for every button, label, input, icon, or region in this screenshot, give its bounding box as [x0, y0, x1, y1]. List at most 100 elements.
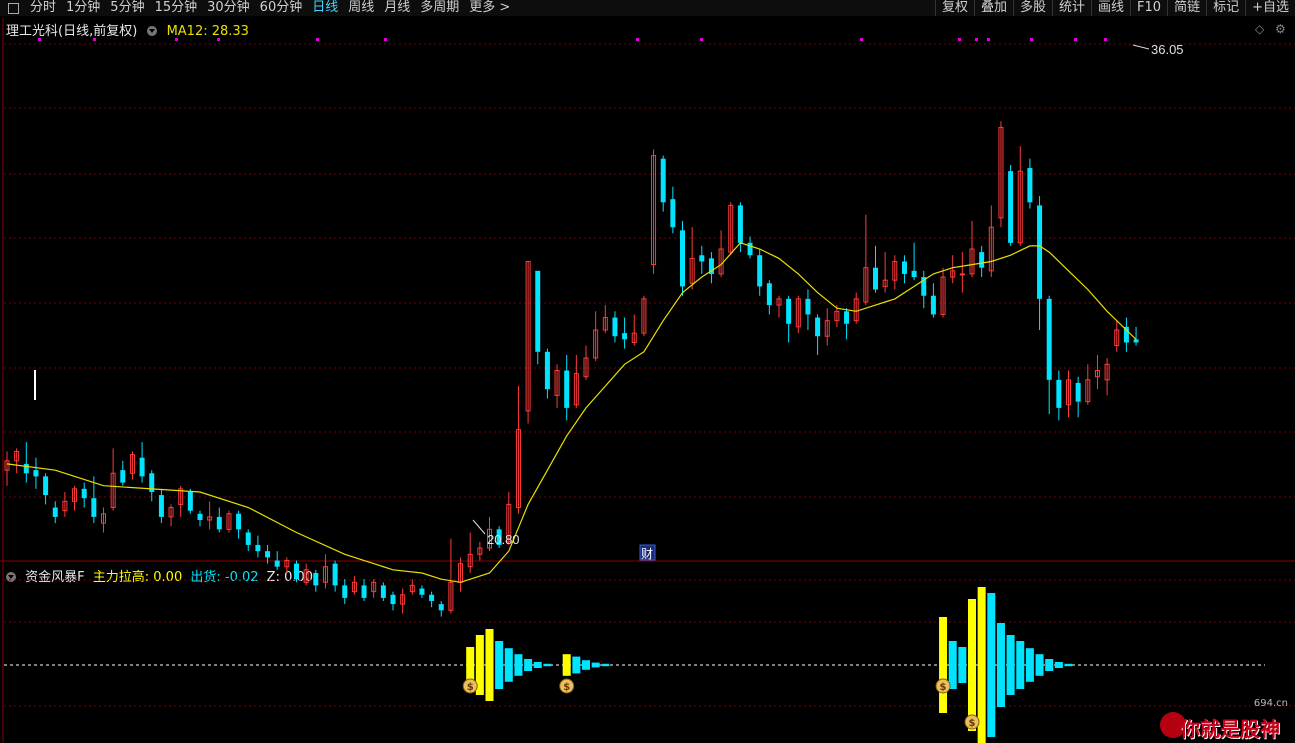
- watermark-site: 694.cn: [1253, 698, 1288, 709]
- indicator-bar: [1025, 648, 1034, 682]
- event-dot: [860, 38, 863, 41]
- event-dot: [217, 38, 220, 41]
- event-dot: [316, 38, 319, 41]
- candle-body: [612, 317, 618, 337]
- candle-body: [274, 560, 280, 567]
- candle-body: [544, 351, 550, 390]
- candle-body: [622, 333, 628, 340]
- candle-body: [43, 476, 49, 496]
- indicator-bar: [514, 654, 523, 676]
- candle-body: [429, 594, 435, 601]
- candle-body: [23, 463, 29, 474]
- candle-body: [930, 295, 936, 315]
- watermark: 694.cn 你就是股神: [1160, 698, 1290, 741]
- candle-body: [139, 457, 145, 477]
- candle-body: [1027, 168, 1033, 203]
- indicator-bar: [1006, 635, 1015, 695]
- money-bag-glyph: $: [969, 718, 976, 729]
- candle-body: [766, 283, 772, 306]
- indicator-bar: [1035, 654, 1044, 676]
- indicator-bar: [485, 629, 494, 701]
- candle-body: [911, 270, 917, 278]
- event-dot: [987, 38, 990, 41]
- indicator-bar: [948, 641, 957, 689]
- indicator-bar: [524, 659, 533, 671]
- indicator-bar: [958, 647, 967, 683]
- candle-body: [216, 516, 222, 530]
- event-dot: [93, 38, 96, 41]
- indicator-bar: [1064, 663, 1073, 667]
- candle-body: [670, 199, 676, 228]
- event-badge-text: 财: [641, 547, 653, 561]
- candle-body: [265, 551, 271, 558]
- candle-body: [313, 572, 319, 586]
- candle-body: [1075, 382, 1081, 402]
- indicator-bar: [968, 599, 976, 731]
- low-pointer: [472, 519, 486, 535]
- event-dot: [700, 38, 703, 41]
- candle-body: [361, 585, 367, 598]
- chart-canvas[interactable]: 36.05 20.80 财 $ $ $ $: [0, 0, 1295, 743]
- candle-body: [236, 513, 242, 530]
- candle-body: [390, 594, 396, 605]
- candle-body: [1056, 379, 1062, 408]
- money-bag-glyph: $: [940, 682, 947, 693]
- ma12-line: [6, 242, 1137, 583]
- candle-body: [294, 563, 299, 580]
- candle-body: [245, 532, 251, 545]
- candle-body: [844, 311, 850, 324]
- candle-body: [120, 470, 126, 483]
- candle-body: [380, 585, 386, 598]
- indicator-bar: [582, 660, 590, 670]
- event-dot: [636, 38, 639, 41]
- indicator-bar: [562, 654, 571, 676]
- candle-body: [419, 588, 425, 595]
- indicator-bar: [543, 663, 552, 667]
- indicator-bar: [939, 617, 948, 713]
- candle-body: [680, 230, 685, 287]
- candle-body: [187, 491, 193, 511]
- candle-body: [158, 495, 164, 517]
- candle-body: [786, 298, 792, 324]
- candle-body: [747, 242, 753, 256]
- event-dot: [1104, 38, 1107, 41]
- money-bag-glyph: $: [563, 682, 570, 693]
- event-dot: [1074, 38, 1077, 41]
- indicator-bar: [987, 593, 996, 737]
- candle-body: [255, 544, 261, 552]
- indicator-bar: [533, 662, 542, 668]
- event-dot: [1030, 38, 1033, 41]
- candle-body: [699, 255, 705, 262]
- candle-body: [342, 585, 348, 598]
- event-dot: [975, 38, 978, 41]
- candle-body: [564, 370, 570, 408]
- high-pointer: [1132, 44, 1150, 50]
- money-bag-glyph: $: [467, 682, 474, 693]
- candle-body: [979, 252, 985, 268]
- candle-body: [873, 267, 878, 290]
- candle-body: [535, 270, 541, 352]
- indicator-bar: [1054, 662, 1063, 668]
- indicator-bar: [572, 656, 581, 674]
- high-price-label: 36.05: [1151, 42, 1184, 57]
- event-dot: [384, 38, 387, 41]
- candle-body: [52, 507, 58, 517]
- indicator-bar: [996, 623, 1005, 707]
- low-price-label: 20.80: [487, 532, 520, 547]
- candle-body: [1046, 298, 1052, 380]
- candle-body: [660, 158, 666, 203]
- candle-body: [737, 205, 743, 243]
- indicator-bar: [495, 641, 504, 689]
- candle-body: [91, 498, 97, 517]
- indicator-bar: [466, 647, 475, 683]
- candle-body: [1037, 205, 1043, 299]
- candle-body: [332, 563, 338, 586]
- event-dot: [958, 38, 961, 41]
- candle-body: [757, 255, 763, 287]
- event-dot: [38, 38, 41, 41]
- indicator-bar: [591, 662, 600, 668]
- candle-body: [81, 488, 87, 499]
- indicator-bar: [504, 648, 513, 682]
- event-dot: [175, 38, 178, 41]
- candle-body: [1008, 171, 1014, 243]
